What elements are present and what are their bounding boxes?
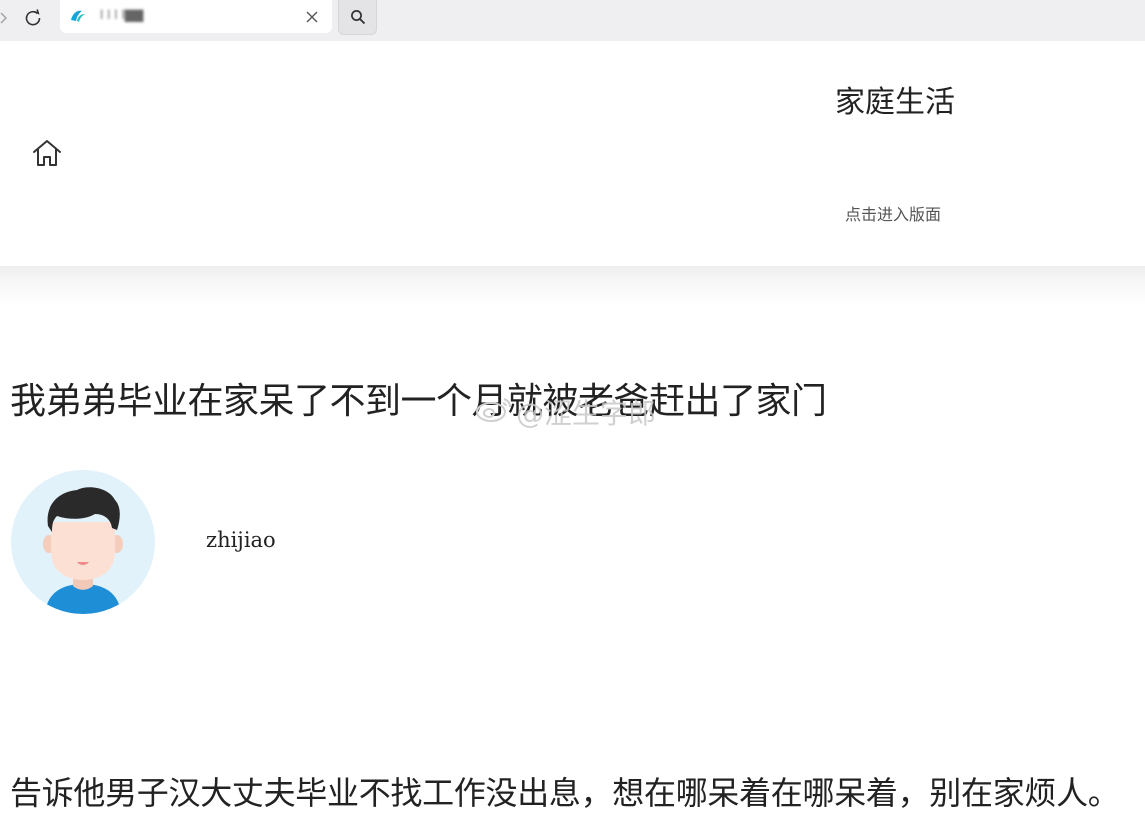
author-name[interactable]: zhijiao [206,528,276,552]
home-icon[interactable] [31,138,63,168]
site-favicon-icon [68,8,88,24]
user-avatar-icon[interactable] [11,470,155,614]
search-button[interactable] [338,0,377,35]
article-body: 告诉他男子汉大丈夫毕业不找工作没出息，想在哪呆着在哪呆着，别在家烦人。 [10,774,1120,812]
page: l l l l▇▇ 家庭生活 点击进入版面 我弟弟毕业在家呆了不到一个月就被老爸… [0,0,1145,820]
chevron-right-icon[interactable] [0,9,10,27]
close-icon[interactable] [304,9,320,25]
weibo-logo-icon [474,395,514,430]
watermark-text: @涩生字郎 [516,397,657,430]
category-title: 家庭生活 [835,85,955,120]
browser-toolbar: l l l l▇▇ [0,0,1145,41]
watermark: @涩生字郎 [474,392,657,430]
search-icon [351,10,366,25]
tab-title: l l l l▇▇ [100,8,144,22]
enter-section-link[interactable]: 点击进入版面 [818,201,968,225]
site-header: 家庭生活 点击进入版面 [0,41,1145,266]
header-shadow [0,266,1145,306]
browser-tab[interactable]: l l l l▇▇ [60,0,332,33]
reload-icon[interactable] [22,7,44,29]
